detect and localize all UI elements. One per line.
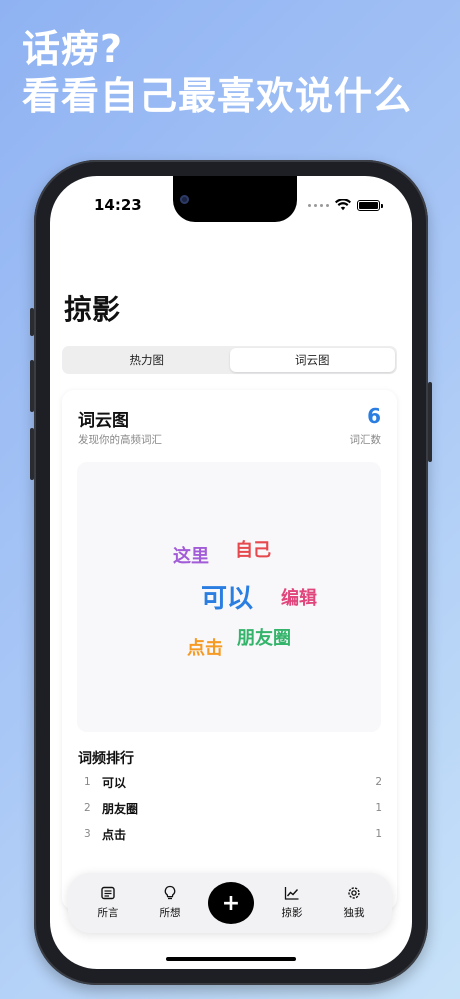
tab-label: 独我 [343, 907, 365, 919]
headline-line-2: 看看自己最喜欢说什么 [22, 74, 413, 118]
tab-suoxiang[interactable]: 所想 [148, 885, 192, 920]
vocab-count: 6 [367, 404, 381, 428]
ranking-count: 2 [375, 776, 382, 788]
tab-suoyan[interactable]: 所言 [86, 885, 130, 920]
ranking-count: 1 [375, 802, 382, 814]
cloud-word[interactable]: 可以 [201, 578, 253, 615]
ranking-count: 1 [375, 828, 382, 840]
tab-label: 所想 [159, 907, 181, 919]
power-button [428, 382, 432, 462]
add-button[interactable]: + [208, 882, 254, 924]
ranking-title: 词频排行 [78, 751, 134, 767]
volume-down-button [30, 428, 34, 480]
ranking-index: 2 [84, 802, 91, 814]
status-time: 14:23 [94, 196, 142, 214]
card-subtitle: 发现你的高频词汇 [78, 434, 162, 446]
mute-switch [30, 308, 34, 336]
note-icon [101, 886, 115, 900]
ranking-index: 1 [84, 776, 91, 788]
front-camera [180, 195, 189, 204]
ranking-word: 可以 [102, 775, 127, 790]
chart-icon [284, 887, 299, 900]
vocab-count-label: 词汇数 [349, 434, 382, 446]
lightbulb-icon [164, 885, 176, 900]
tab-label: 掠影 [281, 907, 303, 919]
cloud-word[interactable]: 这里 [173, 542, 209, 568]
segment-wordcloud[interactable]: 词云图 [229, 348, 395, 372]
promo-headline: 话痨? 看看自己最喜欢说什么 [22, 26, 412, 120]
card-title: 词云图 [78, 411, 129, 431]
status-icons [308, 199, 383, 211]
ranking-word: 点击 [102, 827, 127, 842]
tab-duwo[interactable]: 独我 [332, 885, 376, 920]
home-indicator [166, 957, 296, 961]
headline-line-1: 话痨? [22, 27, 124, 71]
phone-screen: 14:23 掠影 热力图 词云图 词云图 发现你的高频词汇 6 词汇数 这里 自… [50, 176, 412, 969]
signal-dots-icon [308, 203, 329, 207]
ranking-index: 3 [84, 828, 91, 840]
wordcloud-card: 词云图 发现你的高频词汇 6 词汇数 这里 自己 可以 编辑 点击 朋友圈 词频… [62, 390, 397, 910]
cloud-word[interactable]: 编辑 [281, 584, 317, 610]
page-title: 掠影 [64, 293, 121, 326]
word-cloud: 这里 自己 可以 编辑 点击 朋友圈 [77, 462, 381, 732]
tab-lueying[interactable]: 掠影 [270, 885, 314, 920]
ranking-word: 朋友圈 [102, 801, 139, 816]
tab-label: 所言 [97, 907, 119, 919]
ranking-row[interactable]: 2 朋友圈 1 [78, 798, 382, 818]
cloud-word[interactable]: 朋友圈 [237, 624, 291, 650]
cloud-word[interactable]: 点击 [187, 634, 223, 660]
volume-up-button [30, 360, 34, 412]
notch [173, 176, 297, 222]
cloud-word[interactable]: 自己 [235, 536, 271, 562]
ranking-row[interactable]: 1 可以 2 [78, 772, 382, 792]
battery-icon [357, 199, 383, 211]
gear-icon [348, 887, 360, 899]
segment-heatmap[interactable]: 热力图 [64, 348, 230, 372]
view-segmented-control: 热力图 词云图 [62, 346, 397, 374]
phone-frame: 14:23 掠影 热力图 词云图 词云图 发现你的高频词汇 6 词汇数 这里 自… [30, 160, 432, 985]
ranking-row[interactable]: 3 点击 1 [78, 824, 382, 844]
wifi-icon [335, 199, 351, 211]
tab-bar: 所言 所想 + 掠影 独我 [68, 873, 392, 933]
